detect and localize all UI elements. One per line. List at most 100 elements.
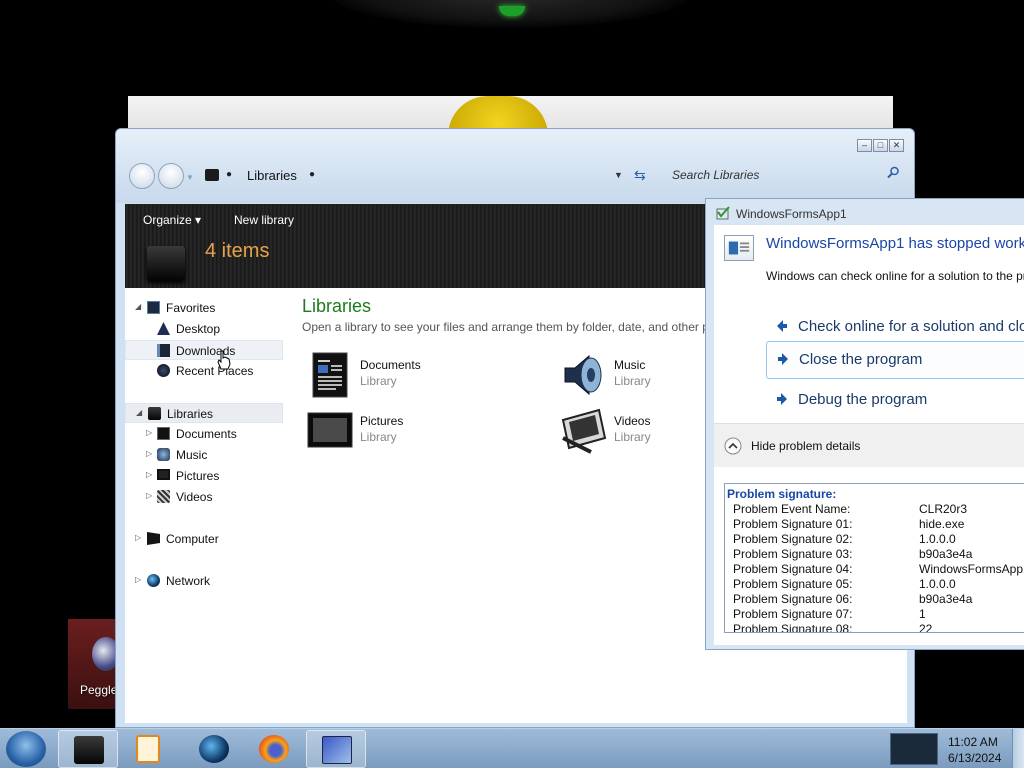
taskbar-windowsformsapp-button[interactable] [306, 730, 366, 768]
tree-item-recent-places[interactable]: Recent Places [125, 361, 283, 381]
recent-places-icon [157, 364, 170, 377]
library-item-pictures[interactable]: Pictures Library [307, 408, 507, 456]
show-desktop-button[interactable] [1012, 729, 1024, 768]
recent-pages-dropdown[interactable]: ▼ [186, 173, 194, 182]
media-player-icon [136, 735, 160, 763]
tree-item-desktop[interactable]: Desktop [125, 319, 283, 339]
signature-row: Problem Signature 03: b90a3e4a [733, 547, 1024, 562]
taskbar-browser-button[interactable] [184, 730, 244, 768]
signature-row: Problem Signature 07: 1 [733, 607, 1024, 622]
search-icon[interactable] [887, 166, 900, 179]
hide-details-button[interactable]: Hide problem details [751, 439, 860, 453]
expand-arrow-icon[interactable]: ◢ [136, 408, 142, 417]
desktop-icon-peggle[interactable]: Peggle [68, 619, 120, 709]
computer-icon [147, 532, 160, 545]
library-type: Library [360, 430, 397, 444]
signature-row: Problem Signature 02: 1.0.0.0 [733, 532, 1024, 547]
maximize-button[interactable]: □ [873, 139, 888, 152]
dialog-heading: WindowsFormsApp1 has stopped working [766, 235, 1024, 252]
app-check-icon [716, 206, 730, 220]
collapse-arrow-icon[interactable]: ▷ [146, 470, 152, 479]
windowsformsapp-icon [322, 736, 352, 764]
start-button[interactable] [6, 731, 46, 767]
signature-name: Problem Event Name: [733, 502, 851, 516]
chevron-up-icon[interactable] [724, 437, 742, 455]
documents-library-icon [312, 352, 348, 398]
tree-item-pictures[interactable]: ▷ Pictures [125, 466, 283, 486]
signature-name: Problem Signature 01: [733, 517, 853, 531]
taskbar-media-player-button[interactable] [118, 730, 178, 768]
tree-item-documents[interactable]: ▷ Documents [125, 424, 283, 444]
library-name: Pictures [360, 414, 404, 428]
items-count: 4 items [205, 240, 270, 262]
signature-row: Problem Signature 06: b90a3e4a [733, 592, 1024, 607]
option-label: Close the program [799, 351, 923, 368]
documents-icon [157, 427, 170, 440]
signature-name: Problem Signature 07: [733, 607, 853, 621]
videos-film-icon [561, 408, 607, 454]
signature-row: Problem Signature 05: 1.0.0.0 [733, 577, 1024, 592]
breadcrumb-separator-icon[interactable]: ● [309, 169, 315, 180]
search-placeholder: Search Libraries [672, 168, 760, 182]
libraries-address-icon [205, 169, 219, 181]
close-button[interactable]: ✕ [889, 139, 904, 152]
expand-arrow-icon[interactable]: ◢ [135, 302, 141, 311]
downloads-icon [157, 344, 170, 357]
page-subtitle: Open a library to see your files and arr… [302, 320, 759, 334]
clock-time[interactable]: 11:02 AM [948, 735, 998, 749]
collapse-arrow-icon[interactable]: ▷ [146, 491, 152, 500]
tree-item-downloads[interactable]: Downloads [125, 340, 283, 360]
breadcrumb-separator-icon[interactable]: ● [226, 169, 232, 180]
explorer-titlebar[interactable]: – □ ✕ ▼ ● Libraries ● ▼ ⇆ Search Librari… [116, 129, 914, 203]
taskbar-explorer-button[interactable] [58, 730, 118, 768]
signature-name: Problem Signature 04: [733, 562, 853, 576]
close-program-button[interactable]: Close the program [766, 341, 1024, 379]
tree-item-favorites[interactable]: ◢ Favorites [125, 298, 283, 318]
collapse-arrow-icon[interactable]: ▷ [135, 575, 141, 584]
collapse-arrow-icon[interactable]: ▷ [146, 428, 152, 437]
refresh-icon[interactable]: ⇆ [634, 167, 646, 184]
breadcrumb-libraries[interactable]: Libraries [247, 168, 297, 183]
tree-label: Desktop [176, 322, 221, 336]
music-speaker-icon [564, 354, 602, 396]
tree-item-network[interactable]: ▷ Network [125, 571, 283, 591]
videos-film-icon [157, 490, 170, 503]
desktop-icon-label: Peggle [80, 683, 118, 697]
address-dropdown-icon[interactable]: ▼ [614, 170, 623, 180]
forward-button[interactable] [158, 163, 184, 189]
problem-details-box[interactable]: Problem signature: Problem Event Name: C… [724, 483, 1024, 633]
tree-item-videos[interactable]: ▷ Videos [125, 487, 283, 507]
window-controls: – □ ✕ [857, 139, 904, 152]
tray-camera-icon[interactable] [890, 733, 938, 765]
libraries-large-icon [147, 246, 185, 280]
desktop-icon [157, 322, 170, 335]
dialog-body: WindowsFormsApp1 has stopped working Win… [714, 225, 1024, 645]
tree-item-computer[interactable]: ▷ Computer [125, 529, 283, 549]
collapse-arrow-icon[interactable]: ▷ [135, 533, 141, 542]
debug-program-button[interactable]: Debug the program [766, 382, 1024, 420]
tree-item-libraries[interactable]: ◢ Libraries [125, 403, 283, 423]
tree-label: Pictures [176, 469, 220, 483]
collapse-arrow-icon[interactable]: ▷ [146, 449, 152, 458]
library-item-documents[interactable]: Documents Library [307, 352, 507, 400]
back-button[interactable] [129, 163, 155, 189]
network-globe-icon [147, 574, 160, 587]
tree-item-music[interactable]: ▷ Music [125, 445, 283, 465]
tree-label: Recent Places [176, 364, 254, 378]
option-label: Check online for a solution and close th… [798, 318, 1024, 335]
library-type: Library [614, 374, 651, 388]
signature-row: Problem Signature 08: 22 [733, 622, 1024, 633]
taskbar-firefox-button[interactable] [244, 730, 304, 768]
tree-label: Favorites [166, 301, 216, 315]
clock-date[interactable]: 6/13/2024 [948, 751, 1001, 765]
signature-name: Problem Signature 08: [733, 622, 853, 633]
library-name: Videos [614, 414, 651, 428]
organize-button[interactable]: Organize ▾ [143, 213, 201, 227]
minimize-button[interactable]: – [857, 139, 872, 152]
new-library-button[interactable]: New library [234, 213, 294, 227]
search-input[interactable]: Search Libraries [664, 163, 904, 187]
problem-signature-heading: Problem signature: [727, 487, 837, 501]
music-speaker-icon [157, 448, 170, 461]
details-footer: Hide problem details [714, 423, 1024, 467]
option-label: Debug the program [798, 391, 928, 408]
